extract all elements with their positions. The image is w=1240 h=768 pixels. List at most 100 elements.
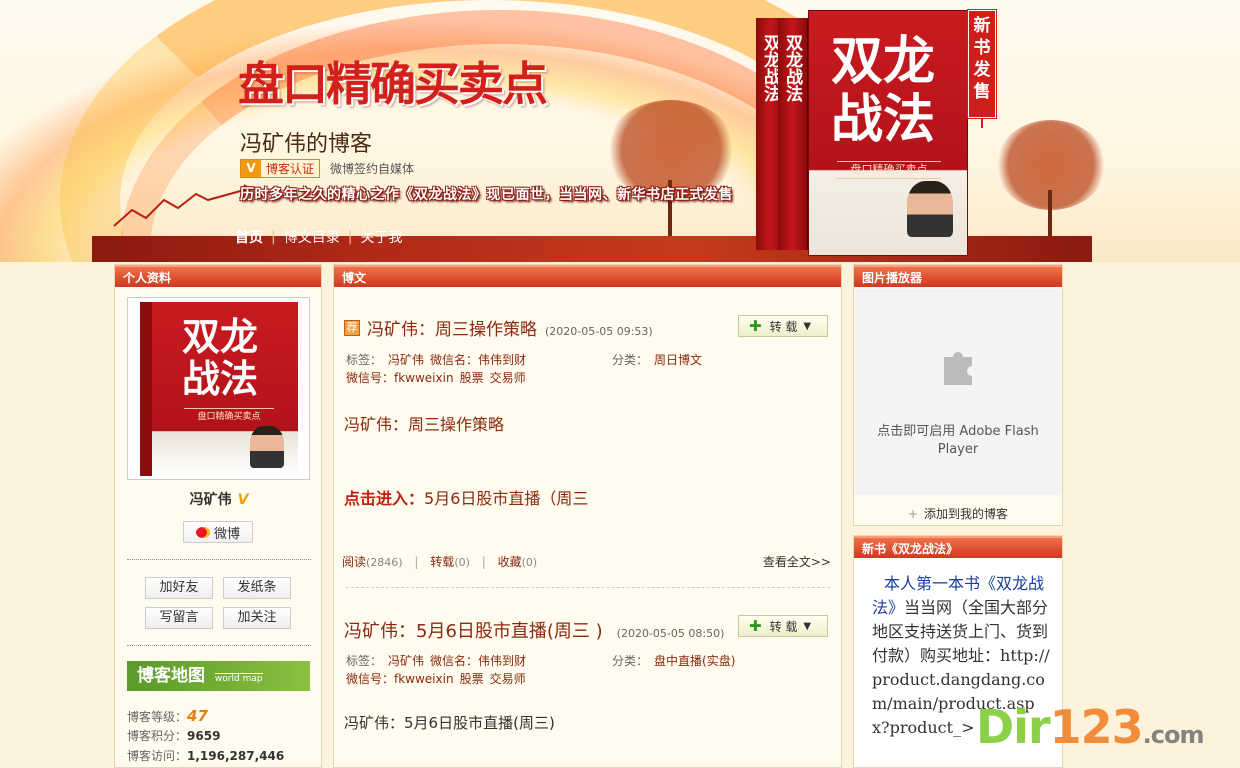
post-title-row: 冯矿伟：5月6日股市直播(周三 ) (2020-05-05 08:50)	[344, 617, 724, 643]
tag-link[interactable]: 交易师	[490, 371, 526, 385]
post-divider	[346, 587, 830, 588]
tag-link[interactable]: 微信名：伟伟到财	[430, 654, 526, 668]
announcement: 历时多年之久的精心之作《双龙战法》现已面世，当当网、新华书店正式发售	[240, 187, 733, 203]
post-actions: 阅读(2846) | 转载(0) | 收藏(0)	[342, 555, 538, 569]
blog-nav: 首页 | 博文目录 | 关于我	[235, 227, 402, 247]
profile-panel: 个人资料 双龙 战法 盘口精确买卖点 冯矿伟 V 微博 加好友 发纸条 写留言 加…	[114, 264, 322, 768]
tags-label: 标签：	[346, 353, 383, 367]
new-book-heading: 新书《双龙战法》	[854, 536, 1062, 558]
post-excerpt: 冯矿伟：5月6日股市直播(周三)	[344, 714, 555, 732]
tag-link[interactable]: 微信号：fkwweixin	[346, 672, 454, 686]
image-player-heading: 图片播放器	[854, 265, 1062, 287]
blog-map-banner[interactable]: 博客地图 world map	[127, 661, 310, 691]
read-link[interactable]: 阅读	[342, 555, 366, 569]
category-link[interactable]: 盘中直播(实盘)	[654, 654, 735, 668]
cert-badge-label: 博客认证	[266, 161, 315, 176]
tree-trunk-right	[1048, 190, 1052, 238]
post-title-link[interactable]: 冯矿伟：5月6日股市直播(周三 )	[344, 617, 603, 643]
tag-link[interactable]: 交易师	[490, 672, 526, 686]
repost-label: 转 载	[769, 319, 798, 334]
category-link[interactable]: 周日博文	[654, 353, 702, 367]
tag-link[interactable]: 微信名：伟伟到财	[430, 353, 526, 367]
post-tags: 标签： 冯矿伟 微信名：伟伟到财 微信号：fkwweixin 股票 交易师 分类： 周日博…	[346, 351, 826, 387]
plus-icon: ✚	[749, 317, 762, 335]
tag-string	[981, 118, 983, 128]
profile-heading: 个人资料	[115, 265, 321, 287]
flash-text: 点击即可启用 Adobe Flash Player	[877, 424, 1039, 457]
post-category: 分类： 盘中直播(实盘)	[612, 654, 736, 668]
nav-article-list[interactable]: 博文目录	[284, 227, 340, 247]
trend-arrow-icon	[113, 184, 252, 227]
post-title-link[interactable]: 冯矿伟：周三操作策略	[367, 315, 537, 340]
verified-v-icon: V	[241, 159, 261, 177]
plus-icon: +	[907, 507, 919, 521]
verified-v-icon: V	[237, 492, 249, 508]
post-title-row: 荐 冯矿伟：周三操作策略 (2020-05-05 09:53)	[344, 315, 653, 340]
image-player-panel: 图片播放器 点击即可启用 Adobe Flash Player + 添加到我的博客	[853, 264, 1063, 526]
profile-name: 冯矿伟 V	[115, 489, 323, 509]
repost-label: 转 载	[769, 619, 798, 634]
avatar-book-subtitle: 盘口精确买卖点	[184, 408, 274, 422]
blog-map-label: 博客地图	[137, 666, 205, 686]
favorite-link[interactable]: 收藏	[498, 555, 522, 569]
nav-home[interactable]: 首页	[235, 227, 263, 247]
book-title: 双龙 战法	[831, 31, 936, 150]
repost-button[interactable]: ✚ 转 载 ▼	[738, 315, 828, 337]
tag-link[interactable]: 冯矿伟	[388, 353, 424, 367]
dropdown-arrow-icon: ▼	[803, 320, 812, 332]
send-note-button[interactable]: 发纸条	[223, 577, 291, 599]
flash-placeholder[interactable]: 点击即可启用 Adobe Flash Player	[854, 289, 1062, 495]
post-category: 分类： 周日博文	[612, 353, 703, 367]
blog-name[interactable]: 冯矿伟的博客	[240, 126, 372, 158]
stat-level: 博客等级：47	[127, 707, 208, 725]
stat-visits: 博客访问：1,196,287,446	[127, 749, 285, 763]
follow-button[interactable]: 加关注	[223, 607, 291, 629]
plugin-puzzle-icon	[944, 352, 972, 385]
avatar-author-photo	[250, 426, 284, 468]
watermark-logo: Dir123.com	[976, 700, 1205, 754]
add-to-blog-link[interactable]: + 添加到我的博客	[854, 505, 1062, 522]
tag-link[interactable]: 股票	[460, 672, 484, 686]
banner-title: 盘口精确买卖点	[238, 57, 548, 111]
cert-badge[interactable]: V 博客认证	[240, 158, 321, 178]
book-front-cover: 双龙 战法 盘口精确买卖点	[808, 10, 968, 256]
profile-name-text[interactable]: 冯矿伟	[190, 492, 232, 508]
post-live-link[interactable]: 点击进入：5月6日股市直播（周三	[344, 485, 588, 509]
author-photo	[907, 181, 953, 237]
add-friend-button[interactable]: 加好友	[145, 577, 213, 599]
leave-message-button[interactable]: 写留言	[145, 607, 213, 629]
blog-map-sub: world map	[214, 673, 263, 684]
post-date: (2020-05-05 08:50)	[616, 627, 725, 640]
weibo-button-label: 微博	[213, 526, 240, 542]
articles-panel: 博文 荐 冯矿伟：周三操作策略 (2020-05-05 09:53) ✚ 转 载…	[333, 264, 842, 768]
book-subtitle: 盘口精确买卖点	[837, 161, 941, 179]
nav-separator: |	[271, 229, 276, 245]
nav-about[interactable]: 关于我	[360, 227, 402, 247]
plus-icon: ✚	[749, 617, 762, 635]
articles-heading: 博文	[334, 265, 841, 287]
avatar-book-image: 双龙 战法 盘口精确买卖点	[140, 302, 298, 476]
tag-link[interactable]: 微信号：fkwweixin	[346, 371, 454, 385]
repost-link[interactable]: 转载	[430, 555, 454, 569]
divider	[127, 645, 311, 646]
avatar[interactable]: 双龙 战法 盘口精确买卖点	[127, 297, 310, 480]
tag-link[interactable]: 冯矿伟	[388, 654, 424, 668]
view-full-link[interactable]: 查看全文>>	[763, 553, 831, 570]
stat-points: 博客积分：9659	[127, 729, 221, 743]
cert-text: 微博签约自媒体	[330, 161, 415, 176]
repost-button[interactable]: ✚ 转 载 ▼	[738, 615, 828, 637]
tags-label: 标签：	[346, 654, 383, 668]
weibo-icon	[195, 526, 210, 538]
dropdown-arrow-icon: ▼	[803, 620, 812, 632]
recommend-icon: 荐	[344, 319, 360, 336]
tag-link[interactable]: 股票	[460, 371, 484, 385]
blog-header: 盘口精确买卖点 冯矿伟的博客 V 博客认证 微博签约自媒体 历时多年之久的精心之…	[0, 0, 1240, 262]
post-date: (2020-05-05 09:53)	[545, 325, 653, 338]
new-book-tag[interactable]: 新书发售	[968, 10, 996, 118]
weibo-button[interactable]: 微博	[183, 521, 253, 543]
book-spine: 双龙战法	[778, 18, 808, 250]
book-cover-image[interactable]: 双龙战法 双龙战法 双龙 战法 盘口精确买卖点	[756, 6, 972, 258]
nav-separator: |	[347, 229, 353, 245]
post-excerpt: 冯矿伟：周三操作策略	[344, 415, 505, 434]
divider	[127, 559, 311, 560]
